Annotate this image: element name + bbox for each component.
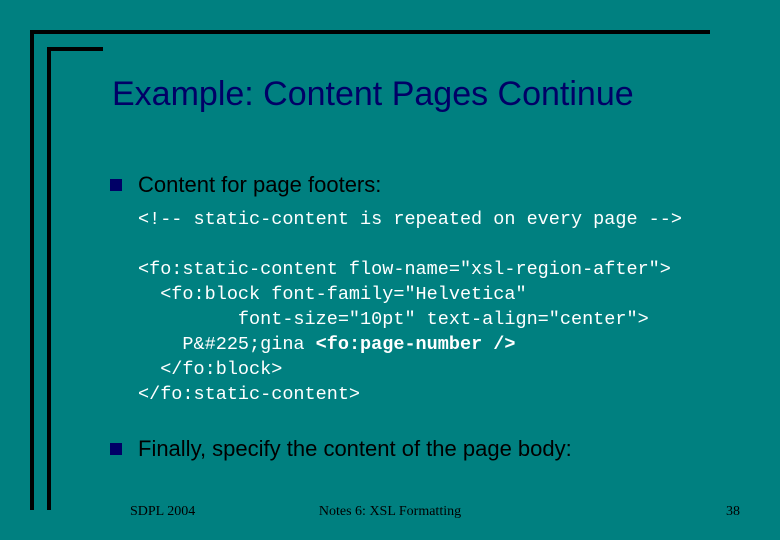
code-block: <!-- static-content is repeated on every… bbox=[138, 208, 740, 408]
bullet-item: Content for page footers: bbox=[110, 172, 740, 198]
code-line: font-size="10pt" text-align="center"> bbox=[138, 309, 649, 330]
code-line: <fo:static-content flow-name="xsl-region… bbox=[138, 259, 671, 280]
slide-border-top-inner bbox=[47, 47, 103, 51]
code-line: </fo:block> bbox=[138, 359, 282, 380]
code-line: <!-- static-content is repeated on every… bbox=[138, 209, 682, 230]
slide-footer: SDPL 2004 Notes 6: XSL Formatting 38 bbox=[0, 504, 780, 520]
footer-right: 38 bbox=[726, 504, 740, 520]
code-line: <fo:block font-family="Helvetica" bbox=[138, 284, 527, 305]
bullet-square-icon bbox=[110, 443, 122, 455]
slide-content: Content for page footers: <!-- static-co… bbox=[110, 172, 740, 472]
bullet-text: Finally, specify the content of the page… bbox=[138, 436, 572, 462]
slide-title: Example: Content Pages Continue bbox=[112, 75, 634, 114]
slide-border-left-inner bbox=[47, 47, 51, 510]
code-line: </fo:static-content> bbox=[138, 384, 360, 405]
slide-border-top bbox=[30, 30, 710, 34]
footer-center: Notes 6: XSL Formatting bbox=[319, 504, 461, 520]
bullet-text: Content for page footers: bbox=[138, 172, 381, 198]
code-line-bold: <fo:page-number /> bbox=[316, 334, 516, 355]
bullet-item: Finally, specify the content of the page… bbox=[110, 436, 740, 462]
slide-border-left bbox=[30, 30, 34, 510]
code-line-part: P&#225;gina bbox=[138, 334, 316, 355]
bullet-square-icon bbox=[110, 179, 122, 191]
footer-left: SDPL 2004 bbox=[130, 504, 195, 520]
